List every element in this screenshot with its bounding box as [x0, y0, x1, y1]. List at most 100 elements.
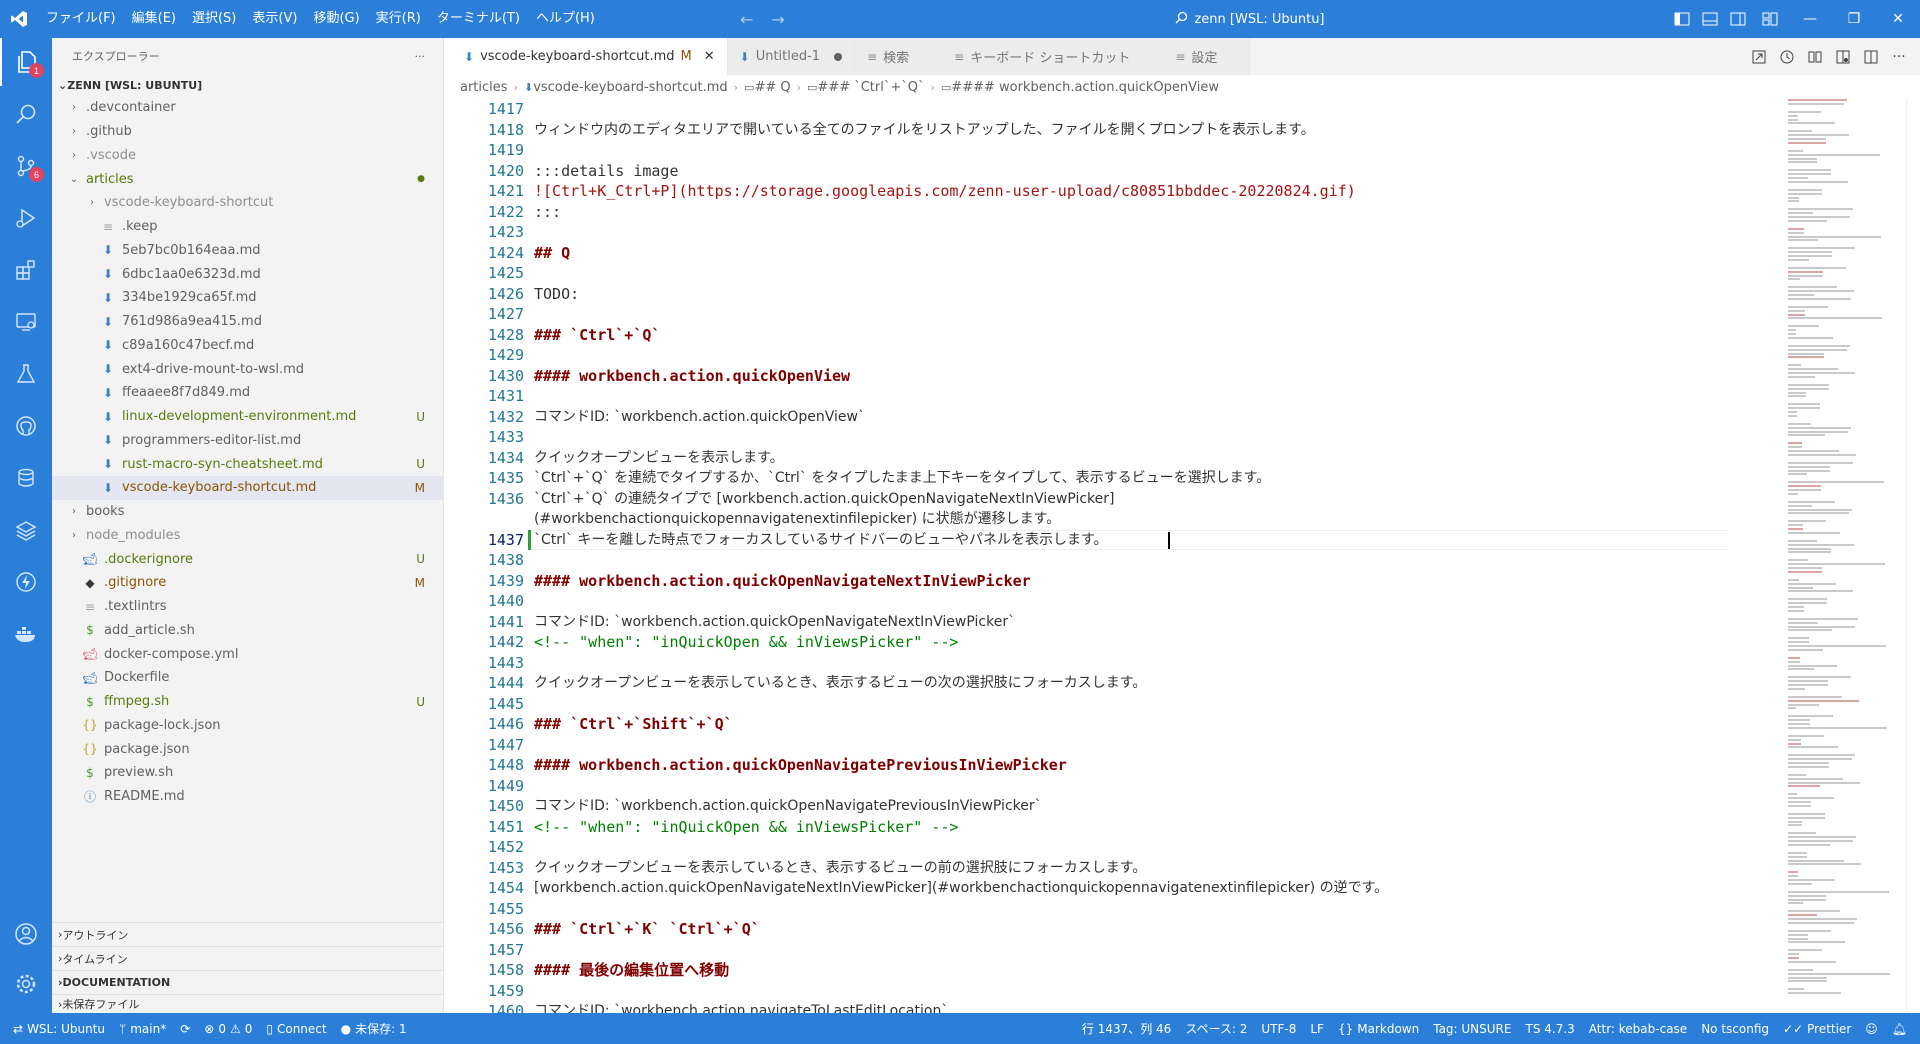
- file-item[interactable]: ≡ .keep: [52, 215, 443, 239]
- section-unsaved-files[interactable]: › 未保存ファイル: [52, 994, 444, 1013]
- folder-item[interactable]: › .devcontainer: [52, 96, 443, 120]
- menu-item[interactable]: ファイル(F): [38, 0, 124, 38]
- file-item[interactable]: ⬇ rust-macro-syn-cheatsheet.md U: [52, 452, 443, 476]
- tab-5[interactable]: ≡ 設定: [1163, 38, 1251, 75]
- file-item[interactable]: ⬇ programmers-editor-list.md: [52, 429, 443, 453]
- problems-indicator[interactable]: ⊗ 0 ⚠ 0: [197, 1013, 259, 1044]
- menu-item[interactable]: 表示(V): [244, 0, 305, 38]
- code-editor[interactable]: 1417 1418 1419 1420 1421 1422 1423 1424 1425 1426…: [444, 99, 1920, 1013]
- workspace-root[interactable]: ⌄ ZENN [WSL: UBUNTU]: [52, 74, 443, 96]
- menu-item[interactable]: 選択(S): [184, 0, 244, 38]
- folder-item[interactable]: › .github: [52, 120, 443, 144]
- file-item[interactable]: ⬇ 6dbc1aa0e6323d.md: [52, 262, 443, 286]
- source-control-icon[interactable]: 6: [0, 142, 52, 190]
- notifications-bell-icon[interactable]: 🔔︎: [1885, 1013, 1914, 1044]
- breadcrumb-item[interactable]: articles: [460, 80, 508, 95]
- language-mode[interactable]: {} Markdown: [1331, 1013, 1426, 1044]
- manage-gear-icon[interactable]: [0, 960, 52, 1008]
- vertical-scrollbar[interactable]: [1906, 99, 1920, 1013]
- feedback-icon[interactable]: ☺: [1858, 1013, 1885, 1044]
- breadcrumb-item[interactable]: #### workbench.action.quickOpenView: [951, 80, 1219, 95]
- breadcrumb-item[interactable]: ## Q: [754, 80, 790, 95]
- forward-arrow-icon[interactable]: →: [771, 10, 784, 29]
- unsaved-indicator[interactable]: ● 未保存: 1: [334, 1013, 414, 1044]
- database-icon[interactable]: [0, 454, 52, 502]
- open-preview-icon[interactable]: [1748, 46, 1770, 68]
- file-item[interactable]: ⬇ 761d986a9ea415.md: [52, 310, 443, 334]
- menu-item[interactable]: 実行(R): [368, 0, 429, 38]
- file-item[interactable]: $ preview.sh: [52, 761, 443, 785]
- file-item[interactable]: ⓘ README.md: [52, 785, 443, 809]
- file-item[interactable]: ⬇ c89a160c47becf.md: [52, 334, 443, 358]
- menu-item[interactable]: 移動(G): [305, 0, 367, 38]
- minimize-button[interactable]: —: [1788, 0, 1832, 38]
- layers-icon[interactable]: [0, 506, 52, 554]
- customize-layout-icon[interactable]: [1752, 0, 1788, 38]
- explorer-icon[interactable]: 1: [0, 38, 52, 86]
- run-debug-icon[interactable]: [0, 194, 52, 242]
- split-editor-icon[interactable]: [1860, 46, 1882, 68]
- encoding[interactable]: UTF-8: [1254, 1013, 1303, 1044]
- toggle-panel-icon[interactable]: [1696, 0, 1724, 38]
- section-documentation[interactable]: › DOCUMENTATION: [52, 970, 444, 994]
- tsconfig-indicator[interactable]: No tsconfig: [1694, 1013, 1776, 1044]
- breadcrumb-item[interactable]: vscode-keyboard-shortcut.md: [533, 80, 727, 95]
- file-item[interactable]: 🐋︎ Dockerfile: [52, 666, 443, 690]
- file-item[interactable]: ◆ .gitignore M: [52, 571, 443, 595]
- lightning-icon[interactable]: [0, 558, 52, 606]
- file-item[interactable]: ⬇ 5eb7bc0b164eaa.md: [52, 239, 443, 263]
- file-item[interactable]: ⬇ vscode-keyboard-shortcut.md M: [52, 476, 443, 500]
- file-item[interactable]: ⬇ ffeaaee8f7d849.md: [52, 381, 443, 405]
- compare-changes-icon[interactable]: [1804, 46, 1826, 68]
- testing-icon[interactable]: [0, 350, 52, 398]
- end-of-line[interactable]: LF: [1303, 1013, 1331, 1044]
- cursor-position[interactable]: 行 1437、列 46: [1075, 1013, 1178, 1044]
- file-item[interactable]: ⬇ ext4-drive-mount-to-wsl.md: [52, 357, 443, 381]
- file-item[interactable]: ⬇ linux-development-environment.md U: [52, 405, 443, 429]
- close-button[interactable]: ✕: [1876, 0, 1920, 38]
- tab-4[interactable]: ≡ キーボード ショートカット: [942, 38, 1164, 75]
- folder-item[interactable]: ⌄ articles ●: [52, 167, 443, 191]
- section-outline[interactable]: › アウトライン: [52, 922, 444, 946]
- tag-indicator[interactable]: Tag: UNSURE: [1426, 1013, 1518, 1044]
- tab-3[interactable]: ≡ 検索: [855, 38, 943, 75]
- editor-text[interactable]: ウィンドウ内のエディタエリアで開いている全てのファイルをリストアップした、ファイ…: [534, 99, 1719, 1014]
- file-item[interactable]: $ ffmpeg.sh U: [52, 690, 443, 714]
- branch-indicator[interactable]: ᛘ main*: [112, 1013, 173, 1044]
- file-item[interactable]: {} package-lock.json: [52, 714, 443, 738]
- tab-1[interactable]: ⬇ vscode-keyboard-shortcut.md M ✕: [444, 38, 728, 75]
- menu-item[interactable]: 編集(E): [124, 0, 184, 38]
- remote-indicator[interactable]: ⇄ WSL: Ubuntu: [6, 1013, 112, 1044]
- file-item[interactable]: 🐋︎ .dockerignore U: [52, 547, 443, 571]
- remote-explorer-icon[interactable]: [0, 298, 52, 346]
- typescript-version[interactable]: TS 4.7.3: [1518, 1013, 1581, 1044]
- toggle-secondary-sidebar-icon[interactable]: [1724, 0, 1752, 38]
- folder-item[interactable]: › books: [52, 500, 443, 524]
- close-icon[interactable]: ✕: [704, 49, 715, 64]
- prettier-indicator[interactable]: ✓✓ Prettier: [1776, 1013, 1858, 1044]
- folder-item[interactable]: › .vscode: [52, 144, 443, 168]
- extensions-icon[interactable]: [0, 246, 52, 294]
- attr-indicator[interactable]: Attr: kebab-case: [1582, 1013, 1694, 1044]
- preview-side-icon[interactable]: [1832, 46, 1854, 68]
- github-icon[interactable]: [0, 402, 52, 450]
- restore-button[interactable]: ❐: [1832, 0, 1876, 38]
- file-item[interactable]: $ add_article.sh: [52, 619, 443, 643]
- file-item[interactable]: ⬇ 334be1929ca65f.md: [52, 286, 443, 310]
- back-arrow-icon[interactable]: ←: [740, 10, 753, 29]
- file-item[interactable]: {} package.json: [52, 737, 443, 761]
- search-view-icon[interactable]: [0, 90, 52, 138]
- timeline-history-icon[interactable]: [1776, 46, 1798, 68]
- minimap[interactable]: [1784, 99, 1908, 1013]
- docker-icon[interactable]: [0, 610, 52, 658]
- sync-button[interactable]: ⟳: [173, 1013, 197, 1044]
- tab-2[interactable]: ⬇ Untitled-1: [727, 38, 856, 75]
- accounts-icon[interactable]: [0, 910, 52, 958]
- folder-item[interactable]: › vscode-keyboard-shortcut: [52, 191, 443, 215]
- file-item[interactable]: 🐋︎ docker-compose.yml: [52, 642, 443, 666]
- more-editor-actions-icon[interactable]: ···: [1888, 46, 1910, 68]
- command-center[interactable]: zenn [WSL: Ubuntu]: [1040, 7, 1460, 31]
- connect-button[interactable]: ▯ Connect: [259, 1013, 333, 1044]
- menu-item[interactable]: ターミナル(T): [429, 0, 528, 38]
- more-actions-icon[interactable]: ···: [415, 50, 426, 63]
